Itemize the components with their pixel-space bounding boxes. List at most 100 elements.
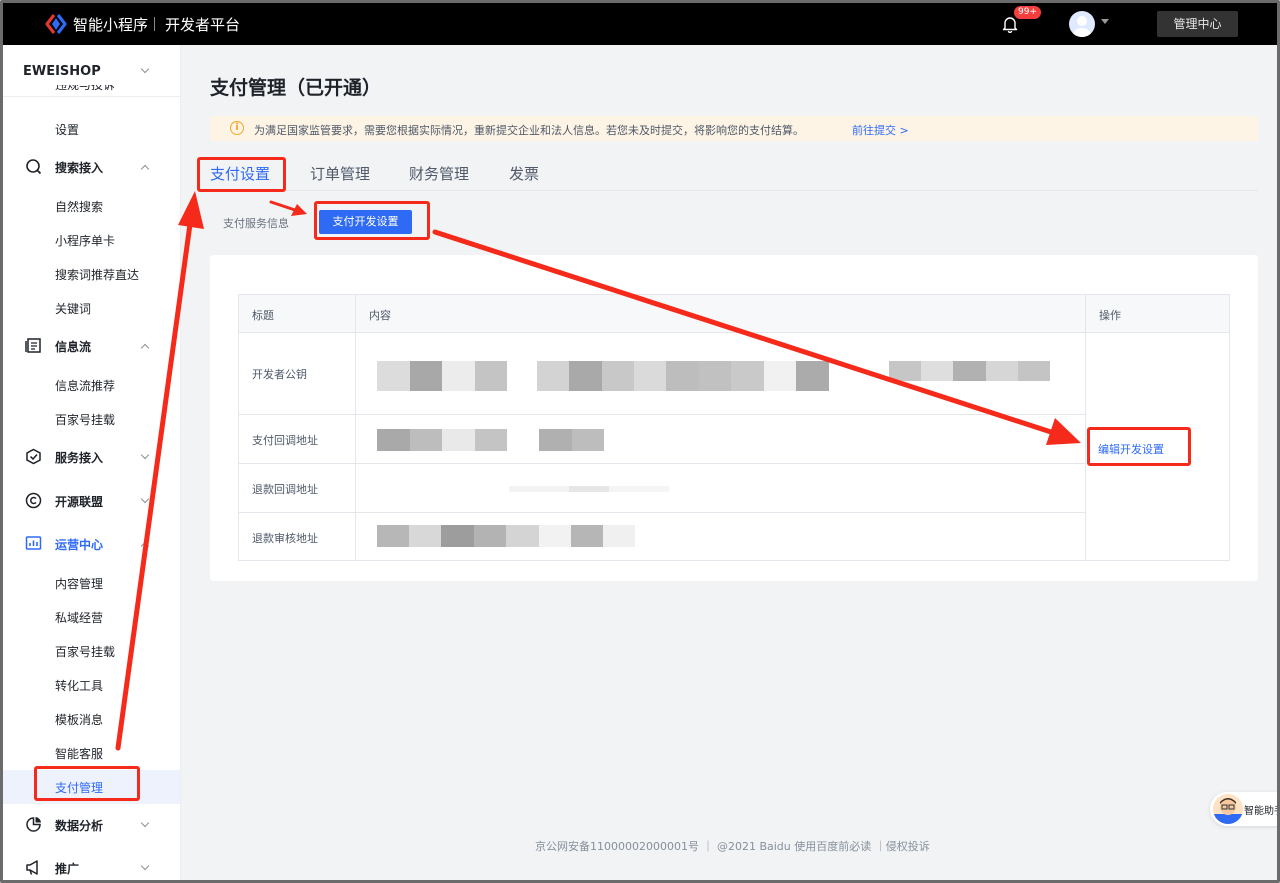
chevron-up-icon [140,343,150,353]
sidebar-section-analytics[interactable]: 数据分析 [3,808,180,842]
sidebar-item-conversion[interactable]: 转化工具 [3,668,180,702]
annotation-arrowhead [291,204,307,216]
sidebar-item-label: 百家号挂载 [55,645,116,659]
sidebar-item-smart-cs[interactable]: 智能客服 [3,736,180,770]
chevron-down-icon [140,818,150,828]
sidebar: EWEISHOP 违规与投诉 设置 搜索接入 自然搜索 小程序单卡 搜索词推荐直… [3,45,181,880]
search-icon [26,159,42,175]
sidebar-section-operations[interactable]: 运营中心 [3,527,180,561]
sidebar-item-search-recommend[interactable]: 搜索词推荐直达 [3,257,180,291]
page-title: 支付管理（已开通） [210,77,382,99]
notice-submit-link[interactable]: 前往提交 > [852,122,909,138]
sidebar-item-label: 百家号挂载 [55,413,116,427]
sidebar-item-label: 推广 [55,862,80,876]
annotation-box-edit-link [1087,427,1191,466]
sidebar-item-label: 设置 [55,123,80,137]
redacted-content [377,361,507,391]
tab-bar: 支付设置 订单管理 财务管理 发票 [210,153,1258,191]
dev-settings-card: 标题 内容 操作 开发者公钥 支付回调地址 退款回调地址 退款审核地址 [210,255,1258,581]
sidebar-item-label: 运营中心 [55,538,104,552]
column-divider [1085,295,1086,560]
pie-chart-icon [26,817,41,832]
brand-divider [154,17,155,31]
smart-assistant-button[interactable]: 智能助手 [1210,792,1277,826]
feed-icon [25,338,41,353]
app-window: 智能小程序 开发者平台 99+ 管理中心 EWEISHOP 违规与投诉 设置 搜… [0,0,1280,883]
sidebar-item-natural-search[interactable]: 自然搜索 [3,189,180,223]
sidebar-item-label: 违规与投诉 [55,85,116,92]
sidebar-item-label: 关键词 [55,302,92,316]
subtab-service-info[interactable]: 支付服务信息 [223,215,289,231]
sidebar-item-violation[interactable]: 违规与投诉 [3,85,180,99]
brand-name[interactable]: 智能小程序 [73,14,148,35]
notification-badge: 99+ [1014,6,1041,19]
chevron-down-icon [140,450,150,460]
shop-name: EWEISHOP [23,64,101,79]
chevron-down-icon[interactable] [1101,19,1109,24]
table-row: 退款回调地址 [239,464,1085,513]
chevron-up-icon [140,541,150,551]
sidebar-item-label: 搜索接入 [55,161,104,175]
sidebar-section-service[interactable]: 服务接入 [3,440,180,474]
column-header-title: 标题 [252,309,274,322]
copyright-icon [25,492,42,509]
admin-center-button[interactable]: 管理中心 [1157,11,1238,37]
redacted-content [377,525,635,547]
row-label: 支付回调地址 [252,434,318,447]
notice-banner: i 为满足国家监管要求，需要您根据实际情况，重新提交企业和法人信息。若您未及时提… [210,116,1258,141]
top-bar: 智能小程序 开发者平台 99+ 管理中心 [3,3,1277,45]
redacted-content [537,361,829,391]
footer: 京公网安备11000002000001号 ｜ @2021 Baidu 使用百度前… [535,840,930,853]
chevron-down-icon [140,494,150,504]
sidebar-item-feed-recommend[interactable]: 信息流推荐 [3,368,180,402]
sidebar-item-settings[interactable]: 设置 [3,112,180,146]
annotation-arrow-right [269,200,297,212]
tab-invoice[interactable]: 发票 [509,163,539,184]
sidebar-item-label: 私域经营 [55,611,104,625]
table-header: 标题 内容 操作 [239,295,1229,333]
sidebar-item-label: 开源联盟 [55,495,104,509]
info-icon: i [230,121,244,135]
sidebar-item-label: 信息流推荐 [55,379,116,393]
table-row: 开发者公钥 [239,333,1085,415]
tab-order-management[interactable]: 订单管理 [310,163,370,184]
dev-settings-table: 标题 内容 操作 开发者公钥 支付回调地址 退款回调地址 退款审核地址 [238,294,1230,561]
chevron-up-icon [140,164,150,174]
sidebar-item-label: 智能客服 [55,747,104,761]
logo-icon[interactable] [45,13,67,35]
chart-icon [25,536,42,550]
annotation-box-payment-menu [34,766,140,801]
row-label: 退款回调地址 [252,483,318,496]
annotation-box-payment-tab [197,157,286,192]
sidebar-section-feed[interactable]: 信息流 [3,329,180,363]
sidebar-item-label: 服务接入 [55,451,104,465]
assistant-avatar-icon [1213,794,1243,824]
redacted-content [889,361,1050,381]
sidebar-item-label: 内容管理 [55,577,104,591]
sidebar-item-keywords[interactable]: 关键词 [3,291,180,325]
tab-finance-management[interactable]: 财务管理 [409,163,469,184]
sidebar-item-baijiahao-2[interactable]: 百家号挂载 [3,634,180,668]
chevron-down-icon [140,64,150,74]
sidebar-item-template-msg[interactable]: 模板消息 [3,702,180,736]
sidebar-section-search[interactable]: 搜索接入 [3,150,180,184]
column-header-action: 操作 [1099,309,1121,322]
sidebar-item-label: 数据分析 [55,819,104,833]
sidebar-item-label: 转化工具 [55,679,104,693]
avatar[interactable] [1069,11,1095,37]
row-label: 开发者公钥 [252,368,307,381]
row-label: 退款审核地址 [252,532,318,545]
sidebar-item-private-domain[interactable]: 私域经营 [3,600,180,634]
sidebar-item-content[interactable]: 内容管理 [3,566,180,600]
sidebar-section-promote[interactable]: 推广 [3,851,180,880]
column-header-content: 内容 [369,309,391,322]
redacted-content [509,486,669,492]
sidebar-section-opensource[interactable]: 开源联盟 [3,484,180,518]
table-row: 退款审核地址 [239,513,1085,561]
service-icon [26,448,41,465]
sidebar-item-label: 模板消息 [55,713,104,727]
sidebar-item-miniapp-card[interactable]: 小程序单卡 [3,223,180,257]
sidebar-item-label: 搜索词推荐直达 [55,268,140,282]
sidebar-item-baijiahao[interactable]: 百家号挂载 [3,402,180,436]
megaphone-icon [26,860,38,875]
